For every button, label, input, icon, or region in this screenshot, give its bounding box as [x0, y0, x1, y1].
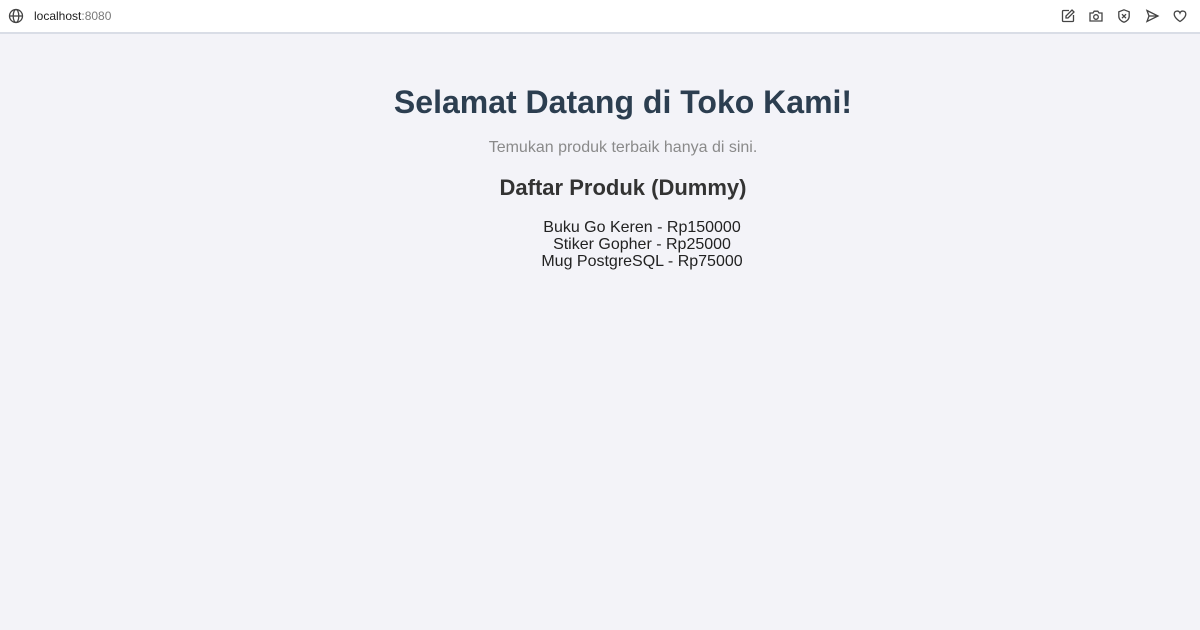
product-item: Buku Go Keren - Rp150000: [543, 219, 741, 236]
globe-icon: [8, 8, 24, 24]
edit-icon[interactable]: [1060, 8, 1076, 24]
page-subtitle: Temukan produk terbaik hanya di sini.: [488, 139, 758, 156]
page-title: Selamat Datang di Toko Kami!: [393, 84, 853, 120]
heart-icon[interactable]: [1172, 8, 1188, 24]
product-list: Buku Go Keren - Rp150000 Stiker Gopher -…: [0, 219, 1200, 270]
camera-icon[interactable]: [1088, 8, 1104, 24]
page-content: Selamat Datang di Toko Kami! Temukan pro…: [0, 36, 1200, 630]
product-list-title: Daftar Produk (Dummy): [499, 175, 747, 200]
browser-actions: [1060, 0, 1200, 32]
product-item: Mug PostgreSQL - Rp75000: [541, 253, 743, 270]
url-host: localhost: [34, 9, 82, 23]
product-item: Stiker Gopher - Rp25000: [553, 236, 731, 253]
address-url[interactable]: localhost:8080: [34, 9, 111, 23]
send-icon[interactable]: [1144, 8, 1160, 24]
browser-address-bar: localhost:8080: [0, 0, 1200, 34]
url-port: :8080: [81, 9, 112, 23]
shield-close-icon[interactable]: [1116, 8, 1132, 24]
